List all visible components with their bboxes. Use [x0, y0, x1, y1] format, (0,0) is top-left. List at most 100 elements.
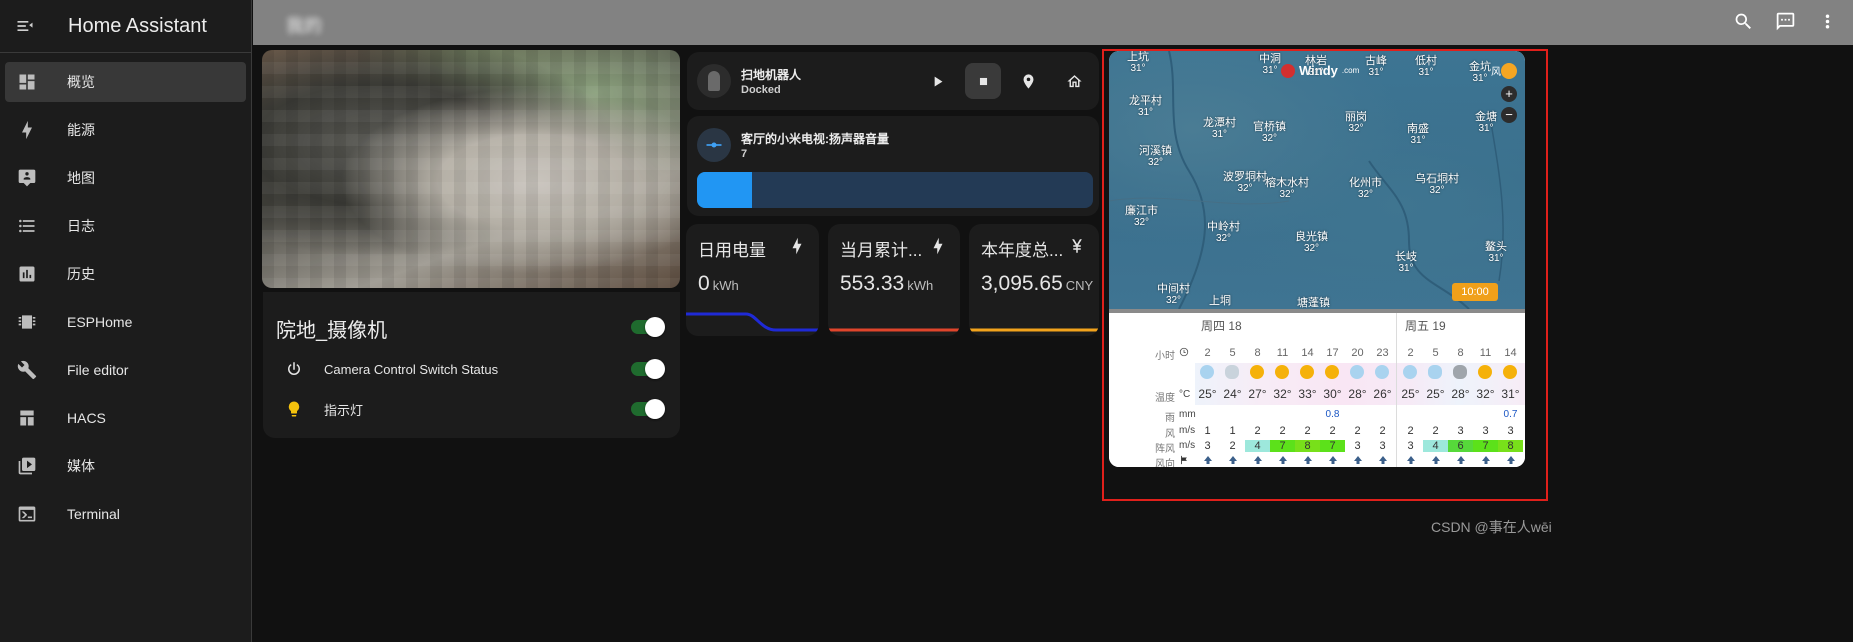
menu-icon[interactable] [14, 15, 36, 37]
map-place-label[interactable]: 南盛 31° [1407, 123, 1429, 147]
tv-volume-icon[interactable] [697, 128, 731, 162]
forecast-hour: 23 [1376, 347, 1389, 359]
energy-card-sparkline [686, 306, 819, 336]
wind-direction-icon [1320, 455, 1345, 467]
map-place-label[interactable]: 鳌头 31° [1485, 241, 1507, 265]
sidebar-item-label: 媒体 [67, 458, 95, 474]
forecast-hour: 11 [1479, 347, 1492, 359]
weather-partly-sunny-icon [1325, 365, 1339, 379]
forecast-rain: 0.8 [1325, 409, 1340, 420]
sidebar-header: Home Assistant [0, 0, 251, 53]
sidebar-item-8[interactable]: 媒体 [5, 446, 246, 486]
forecast-temp: 26° [1373, 387, 1392, 401]
wind-layer-icon[interactable] [1501, 63, 1517, 79]
forecast-gust: 7 [1320, 440, 1345, 452]
weather-clear-night-icon [1375, 365, 1389, 379]
vacuum-start-button[interactable] [919, 63, 955, 99]
sidebar-item-0[interactable]: 概览 [5, 62, 246, 102]
camera-control-toggle[interactable] [631, 359, 665, 379]
forecast-hour: 8 [1254, 347, 1261, 359]
wind-direction-icon [1345, 455, 1370, 467]
camera-card-title: 院地_摄像机 [276, 320, 388, 342]
map-place-label[interactable]: 古峰 31° [1365, 55, 1387, 79]
more-options-icon[interactable] [1815, 9, 1839, 33]
vacuum-icon[interactable] [697, 64, 731, 98]
map-place-label[interactable]: 河溪镇 32° [1139, 145, 1172, 169]
chip-icon [15, 310, 39, 334]
forecast-gust: 3 [1195, 440, 1220, 452]
map-place-label[interactable]: 上垌 [1209, 295, 1231, 307]
map-place-label[interactable]: 塘蓬镇 [1297, 297, 1330, 309]
sidebar-item-5[interactable]: ESPHome [5, 302, 246, 342]
map-place-label[interactable]: 官桥镇 32° [1253, 121, 1286, 145]
watermark: CSDN @事在人wēi [1431, 519, 1552, 535]
camera-master-toggle[interactable] [631, 317, 665, 337]
weather-fog-icon [1225, 365, 1239, 379]
wind-direction-icon [1295, 455, 1320, 467]
forecast-row-label: 风 [1165, 429, 1175, 440]
sidebar-item-4[interactable]: 历史 [5, 254, 246, 294]
wind-direction-icon [1473, 455, 1498, 467]
camera-row-control: Camera Control Switch Status [283, 358, 498, 380]
indicator-light-toggle[interactable] [631, 399, 665, 419]
map-place-label[interactable]: 中岭村 32° [1207, 221, 1240, 245]
forecast-wind: 2 [1304, 425, 1311, 437]
map-place-label[interactable]: 长岐 31° [1395, 251, 1417, 275]
map-place-label[interactable]: 金塘 31° [1475, 111, 1497, 135]
map-place-label[interactable]: 林岩 31° [1305, 55, 1327, 79]
vacuum-home-button[interactable] [1056, 63, 1092, 99]
zoom-out-icon[interactable]: − [1501, 107, 1517, 123]
tv-volume-name: 客厅的小米电视:扬声器音量 [741, 132, 889, 146]
assist-icon[interactable] [1773, 9, 1797, 33]
map-place-label[interactable]: 榕木水村 32° [1265, 177, 1309, 201]
energy-card-title: 本年度总... [981, 241, 1064, 260]
energy-card-sparkline [969, 306, 1099, 336]
sidebar-item-7[interactable]: HACS [5, 398, 246, 438]
forecast-gust: 7 [1473, 440, 1498, 452]
map-place-label[interactable]: 龙潭村 31° [1203, 117, 1236, 141]
sidebar-item-9[interactable]: Terminal [5, 494, 246, 534]
time-badge[interactable]: 10:00 [1452, 283, 1498, 301]
map-place-label[interactable]: 龙平村 31° [1129, 95, 1162, 119]
forecast-wind: 1 [1229, 425, 1236, 437]
zoom-in-icon[interactable]: + [1501, 86, 1517, 102]
energy-card-2[interactable]: 本年度总... 3,095.65 CNY [969, 224, 1099, 336]
sidebar-item-1[interactable]: 能源 [5, 110, 246, 150]
map-place-label[interactable]: 波罗垌村 32° [1223, 171, 1267, 195]
windy-widget[interactable]: Windy .com 风 + − 10:00 上坑 31° 中洞 31° 林岩 31° 古峰 3… [1109, 51, 1525, 467]
search-icon[interactable] [1731, 9, 1755, 33]
energy-card-value: 0 kWh [698, 272, 739, 295]
forecast-gust: 4 [1245, 440, 1270, 452]
weather-sunny-icon [1250, 365, 1264, 379]
camera-snapshot[interactable] [262, 50, 680, 288]
map-place-label[interactable]: 化州市 32° [1349, 177, 1382, 201]
forecast-temp: 25° [1401, 387, 1420, 401]
weather-cloudy-icon [1453, 365, 1467, 379]
map-icon [15, 166, 39, 190]
sidebar-item-3[interactable]: 日志 [5, 206, 246, 246]
vacuum-locate-button[interactable] [1010, 63, 1046, 99]
map-place-label[interactable]: 金坑 31° [1469, 61, 1491, 85]
map-place-label[interactable]: 良光镇 32° [1295, 231, 1328, 255]
app: Home Assistant 概览能源地图日志历史 ESPHome File edi… [0, 0, 1853, 642]
sidebar-item-2[interactable]: 地图 [5, 158, 246, 198]
map-place-label[interactable]: 中洞 31° [1259, 53, 1281, 77]
vacuum-stop-button[interactable] [965, 63, 1001, 99]
lightning-icon [787, 236, 807, 256]
sidebar-item-label: 地图 [67, 170, 95, 186]
map-place-label[interactable]: 低村 31° [1415, 55, 1437, 79]
map-place-label[interactable]: 廉江市 32° [1125, 205, 1158, 229]
energy-card-0[interactable]: 日用电量 0 kWh [686, 224, 819, 336]
sidebar: Home Assistant 概览能源地图日志历史 ESPHome File edi… [0, 0, 252, 642]
map-place-label[interactable]: 乌石垌村 32° [1415, 173, 1459, 197]
map-place-label[interactable]: 中间村 32° [1157, 283, 1190, 307]
map-place-label[interactable]: 丽岗 32° [1345, 111, 1367, 135]
map-place-label[interactable]: 上坑 31° [1127, 51, 1149, 75]
energy-card-1[interactable]: 当月累计... 553.33 kWh [828, 224, 960, 336]
layer-label[interactable]: 风 [1491, 63, 1501, 78]
tv-volume-slider[interactable] [697, 172, 1093, 208]
home-icon [1066, 74, 1082, 87]
sidebar-item-6[interactable]: File editor [5, 350, 246, 390]
forecast-wind: 1 [1204, 425, 1211, 437]
windy-map[interactable]: Windy .com 风 + − 10:00 上坑 31° 中洞 31° 林岩 31° 古峰 3… [1109, 51, 1525, 309]
